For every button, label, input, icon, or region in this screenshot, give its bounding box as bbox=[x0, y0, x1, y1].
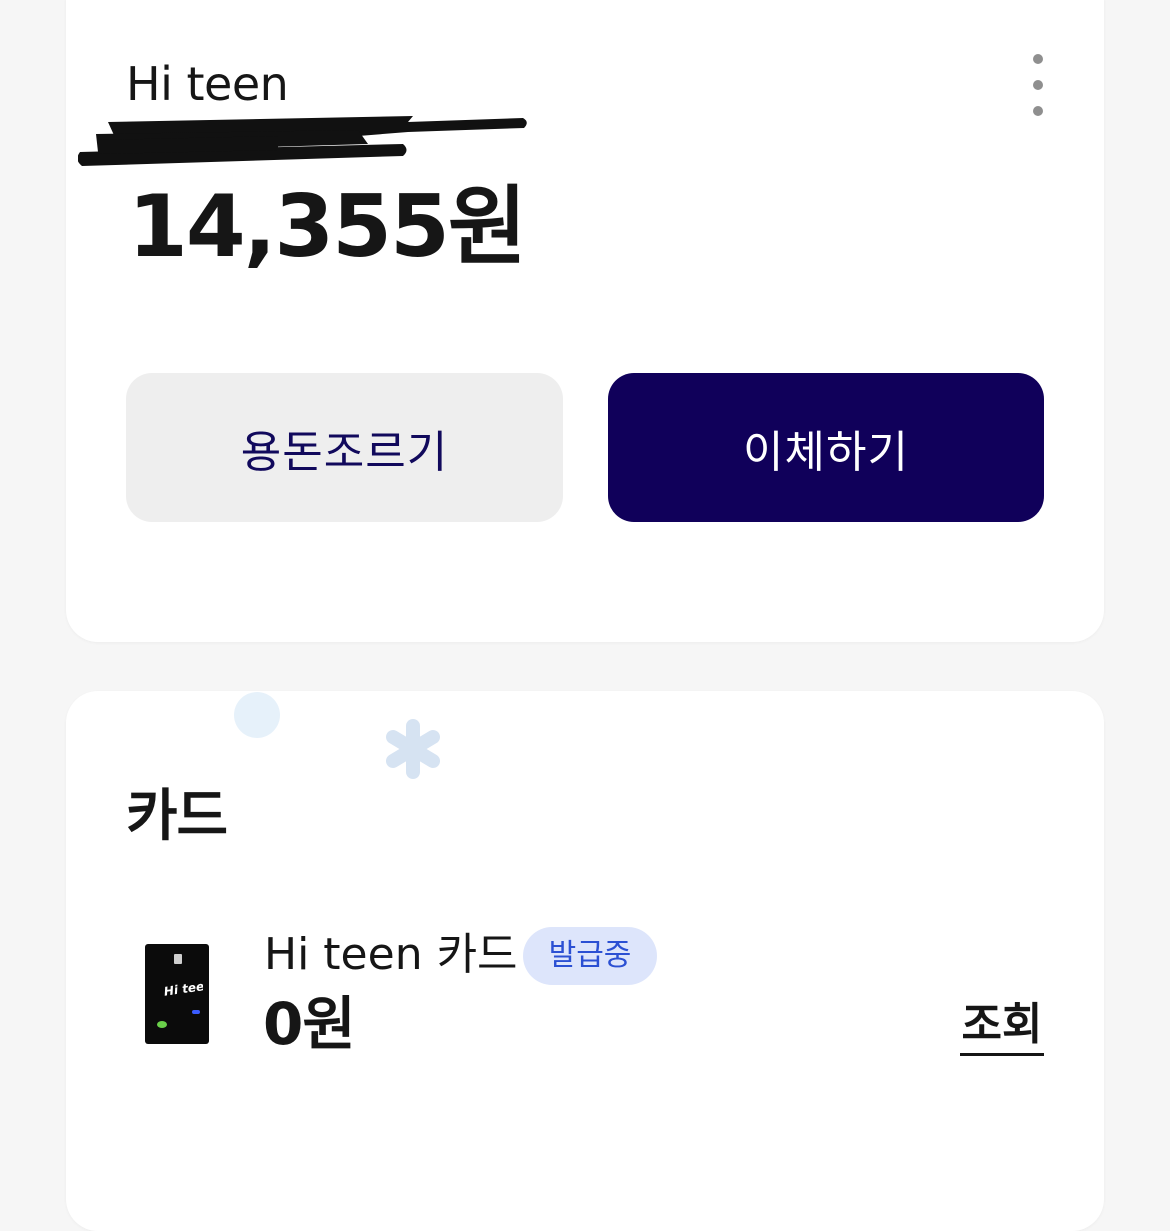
redacted-account-number bbox=[78, 116, 527, 166]
view-card-link[interactable]: 조회 bbox=[960, 997, 1044, 1056]
card-amount: 0원 bbox=[263, 990, 356, 1058]
card-chip-icon bbox=[174, 954, 182, 964]
card-blue-mark-icon bbox=[192, 1010, 200, 1014]
more-options-button[interactable] bbox=[1022, 50, 1054, 120]
decorative-circle bbox=[234, 692, 280, 738]
more-dot-icon bbox=[1033, 54, 1043, 64]
logo-text-hi: Hi teen bbox=[163, 978, 203, 999]
transfer-button[interactable]: 이체하기 bbox=[608, 373, 1044, 522]
cards-section: 카드 Hi teen Hi teen 카드 발급중 0원 조회 bbox=[66, 691, 1104, 1231]
section-title: 카드 bbox=[126, 784, 228, 849]
status-badge: 발급중 bbox=[523, 927, 657, 985]
more-dot-icon bbox=[1033, 106, 1043, 116]
account-card: Hi teen 14,355원 용돈조르기 이체하기 bbox=[66, 0, 1104, 642]
decorative-asterisk-icon bbox=[386, 719, 440, 779]
request-allowance-button[interactable]: 용돈조르기 bbox=[126, 373, 563, 522]
card-green-mark-icon bbox=[157, 1021, 167, 1028]
account-name: Hi teen bbox=[126, 57, 289, 111]
card-name: Hi teen 카드 bbox=[264, 929, 518, 980]
card-thumbnail[interactable]: Hi teen bbox=[145, 944, 209, 1044]
account-balance: 14,355원 bbox=[128, 177, 527, 277]
more-dot-icon bbox=[1033, 80, 1043, 90]
